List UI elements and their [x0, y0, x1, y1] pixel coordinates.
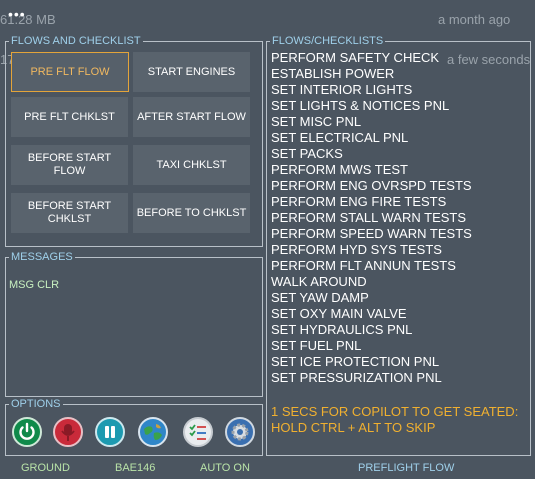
checklist-item: SET ELECTRICAL PNL — [271, 130, 409, 145]
bg-age-1: a month ago — [438, 12, 511, 27]
after-start-flow-button[interactable]: AFTER START FLOW — [133, 97, 250, 137]
globe-icon[interactable] — [138, 417, 168, 447]
before-start-flow-button[interactable]: BEFORE START FLOW — [11, 145, 128, 185]
checklist-item: ESTABLISH POWER — [271, 66, 395, 81]
checklist-item: SET PACKS — [271, 146, 343, 161]
checklist-item: PERFORM ENG OVRSPD TESTS — [271, 178, 472, 193]
taxi-chklst-button[interactable]: TAXI CHKLST — [133, 145, 250, 185]
checklist-item: SET INTERIOR LIGHTS — [271, 82, 413, 97]
messages-panel-title: MESSAGES — [9, 250, 75, 264]
status-aircraft: BAE146 — [115, 462, 156, 474]
power-icon[interactable] — [12, 417, 42, 447]
checklist-item: PERFORM SAFETY CHECK — [271, 50, 440, 65]
checklist-item: SET MISC PNL — [271, 114, 362, 129]
microphone-icon[interactable] — [53, 417, 83, 447]
checklist-item: PERFORM HYD SYS TESTS — [271, 242, 442, 257]
checklist-item: SET OXY MAIN VALVE — [271, 306, 407, 321]
checklist-item: SET YAW DAMP — [271, 290, 369, 305]
options-panel-title: OPTIONS — [9, 397, 63, 411]
pre-flt-flow-button[interactable]: PRE FLT FLOW — [11, 52, 129, 92]
before-start-chklst-button[interactable]: BEFORE START CHKLST — [11, 193, 128, 233]
copilot-notice-line-1: 1 SECS FOR COPILOT TO GET SEATED: — [271, 404, 519, 419]
checklist-item: PERFORM SPEED WARN TESTS — [271, 226, 472, 241]
status-ground: GROUND — [21, 462, 70, 474]
window-menu-icon[interactable]: ••• — [8, 6, 26, 22]
copilot-notice-line-2: HOLD CTRL + ALT TO SKIP — [271, 420, 436, 435]
checklist-panel-title: FLOWS/CHECKLISTS — [270, 34, 386, 48]
checklist-item: WALK AROUND — [271, 274, 367, 289]
status-auto: AUTO ON — [200, 462, 250, 474]
before-to-chklst-button[interactable]: BEFORE TO CHKLST — [133, 193, 250, 233]
messages-panel: MESSAGES — [5, 250, 263, 397]
checklist-item: SET HYDRAULICS PNL — [271, 322, 413, 337]
status-current-flow: PREFLIGHT FLOW — [358, 462, 455, 474]
message-text: MSG CLR — [9, 279, 60, 291]
checklist-item: SET FUEL PNL — [271, 338, 362, 353]
checklist-item: PERFORM STALL WARN TESTS — [271, 210, 467, 225]
flows-panel-title: FLOWS AND CHECKLIST — [9, 34, 143, 48]
pause-icon[interactable] — [95, 417, 125, 447]
checklist-icon[interactable] — [183, 417, 213, 447]
settings-icon[interactable] — [225, 417, 255, 447]
checklist-item: SET PRESSURIZATION PNL — [271, 370, 442, 385]
checklist-item: PERFORM MWS TEST — [271, 162, 408, 177]
checklist-item: SET LIGHTS & NOTICES PNL — [271, 98, 450, 113]
checklist-item: SET ICE PROTECTION PNL — [271, 354, 440, 369]
checklist-item: PERFORM ENG FIRE TESTS — [271, 194, 447, 209]
checklist-item: PERFORM FLT ANNUN TESTS — [271, 258, 456, 273]
pre-flt-chklst-button[interactable]: PRE FLT CHKLST — [11, 97, 128, 137]
start-engines-button[interactable]: START ENGINES — [133, 52, 250, 92]
